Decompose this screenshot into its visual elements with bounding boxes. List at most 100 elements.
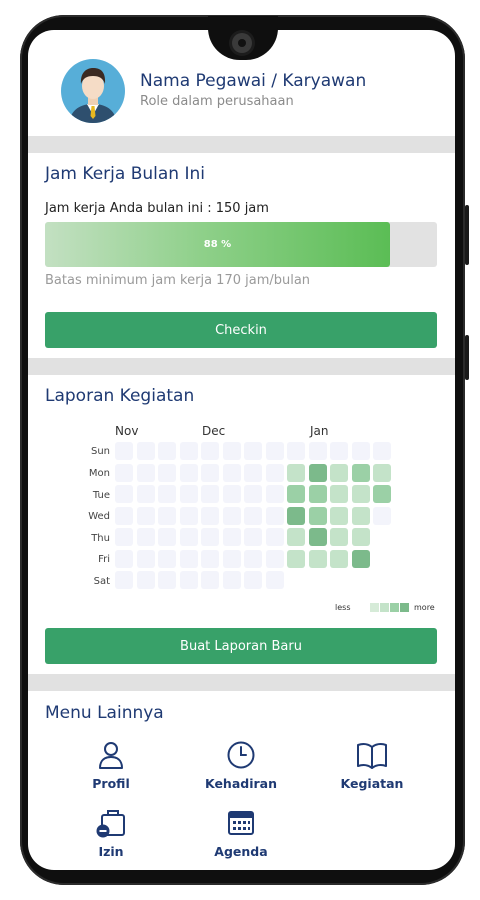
heatmap-cell — [115, 442, 133, 460]
heatmap-cell — [158, 485, 176, 503]
month-label: Dec — [202, 424, 226, 438]
menu-item-label: Kegiatan — [340, 776, 404, 791]
clock-icon — [227, 741, 255, 769]
heatmap-cell — [330, 549, 348, 568]
heatmap-cell — [222, 506, 241, 525]
heatmap-cell — [308, 485, 327, 503]
work-hours-summary: Jam kerja Anda bulan ini : 150 jam — [45, 201, 269, 216]
minimum-hours-note: Batas minimum jam kerja 170 jam/bulan — [45, 273, 311, 288]
user-icon — [99, 742, 123, 769]
heatmap-cell — [136, 549, 155, 568]
new-report-button[interactable]: Buat Laporan Baru — [45, 628, 437, 664]
activity-report-title: Laporan Kegiatan — [45, 386, 195, 406]
heatmap-cell — [158, 442, 176, 460]
legend-less-label: less — [335, 603, 351, 612]
profile-role: Role dalam perusahaan — [140, 94, 294, 109]
menu-item-label: Agenda — [214, 844, 268, 859]
calendar-icon — [228, 811, 254, 835]
day-label: Tue — [92, 490, 110, 501]
heatmap-cell — [158, 506, 176, 525]
employee-avatar-icon — [69, 68, 117, 123]
heatmap-cell — [265, 528, 284, 546]
heatmap-cell — [158, 528, 176, 546]
heatmap-cell — [265, 506, 284, 525]
heatmap-cell — [222, 463, 241, 482]
menu-item-profil[interactable]: Profil — [61, 740, 161, 791]
heatmap-cell — [373, 485, 391, 503]
menu-item-agenda[interactable]: Agenda — [191, 808, 291, 859]
heatmap-cell — [222, 528, 241, 546]
legend-swatch — [380, 603, 389, 612]
work-hours-progress-bar: 88 % — [45, 222, 437, 267]
heatmap-cell — [136, 463, 155, 482]
legend-swatch — [370, 603, 379, 612]
day-label: Thu — [91, 533, 110, 544]
progress-label: 88 % — [203, 239, 232, 250]
heatmap-cell — [265, 549, 284, 568]
heatmap-cell — [373, 506, 391, 525]
heatmap-cell — [201, 442, 219, 460]
heatmap-cell — [244, 571, 262, 589]
heatmap-cell — [351, 463, 370, 482]
section-divider — [28, 136, 455, 153]
heatmap-cell — [244, 463, 262, 482]
heatmap-cell — [115, 463, 133, 482]
app-screen: Nama Pegawai / Karyawan Role dalam perus… — [28, 30, 455, 870]
day-label: Wed — [88, 511, 110, 522]
heatmap-cell — [136, 506, 155, 525]
heatmap-cell — [351, 549, 370, 568]
heatmap-cell — [287, 506, 305, 525]
heatmap-cell — [222, 549, 241, 568]
menu-item-label: Izin — [98, 844, 124, 859]
heatmap-cell — [308, 528, 327, 546]
menu-item-label: Profil — [92, 776, 130, 791]
heatmap-cell — [222, 442, 241, 460]
legend-swatch — [390, 603, 399, 612]
heatmap-cell — [287, 463, 305, 482]
heatmap-cell — [351, 442, 370, 460]
avatar[interactable] — [61, 59, 125, 123]
heatmap-cell — [179, 549, 198, 568]
menu-item-kehadiran[interactable]: Kehadiran — [191, 740, 291, 791]
heatmap-cell — [330, 463, 348, 482]
menu-item-label: Kehadiran — [204, 776, 277, 791]
heatmap-cell — [244, 549, 262, 568]
heatmap-cell — [201, 506, 219, 525]
book-icon — [357, 742, 387, 769]
heatmap-cell — [136, 528, 155, 546]
heatmap-cell — [373, 463, 391, 482]
heatmap-cell — [136, 442, 155, 460]
heatmap-cell — [244, 528, 262, 546]
other-menu-title: Menu Lainnya — [45, 703, 164, 723]
heatmap-cell — [330, 528, 348, 546]
heatmap-cell — [201, 571, 219, 589]
heatmap-cell — [158, 571, 176, 589]
heatmap-cell — [265, 571, 284, 589]
heatmap-cell — [308, 463, 327, 482]
heatmap-cell — [287, 528, 305, 546]
heatmap-cell — [308, 506, 327, 525]
heatmap-cell — [179, 463, 198, 482]
power-button — [465, 335, 469, 380]
month-label: Nov — [115, 424, 139, 438]
heatmap-cell — [179, 528, 198, 546]
heatmap-cell — [179, 442, 198, 460]
heatmap-cell — [265, 463, 284, 482]
checkin-button[interactable]: Checkin — [45, 312, 437, 348]
front-camera-icon — [232, 33, 252, 53]
heatmap-cell — [136, 571, 155, 589]
heatmap-cell — [158, 463, 176, 482]
heatmap-cell — [179, 506, 198, 525]
heatmap-cell — [115, 528, 133, 546]
heatmap-cell — [201, 528, 219, 546]
menu-item-kegiatan[interactable]: Kegiatan — [322, 740, 422, 791]
day-label: Mon — [88, 468, 110, 479]
heatmap-cell — [351, 506, 370, 525]
legend-more-label: more — [414, 603, 435, 612]
heatmap-cell — [287, 442, 305, 460]
heatmap-cell — [330, 506, 348, 525]
section-divider — [28, 674, 455, 691]
heatmap-cell — [351, 528, 370, 546]
heatmap-cell — [265, 485, 284, 503]
menu-item-izin[interactable]: Izin — [61, 808, 161, 859]
